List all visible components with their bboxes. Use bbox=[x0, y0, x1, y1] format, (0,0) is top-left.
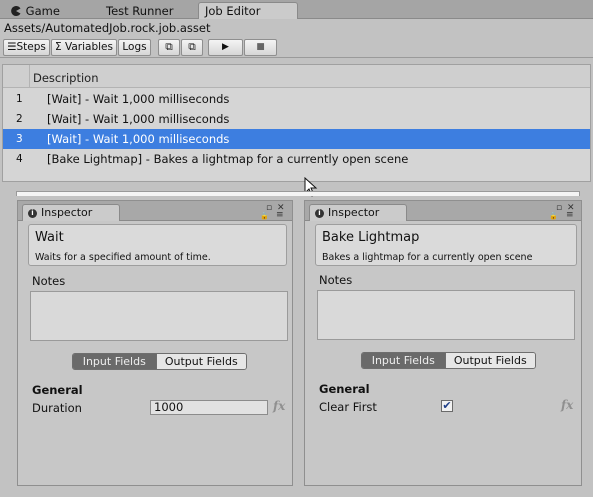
step-info-box: Wait Waits for a specified amount of tim… bbox=[28, 224, 287, 266]
lock-icon[interactable]: 🔒 bbox=[260, 212, 269, 220]
tab-test-runner[interactable]: Test Runner bbox=[99, 2, 180, 19]
notes-textarea[interactable] bbox=[30, 291, 288, 341]
tab-label: Job Editor bbox=[205, 4, 261, 18]
steps-label: Steps bbox=[16, 41, 46, 53]
row-number: 2 bbox=[16, 113, 23, 125]
inspector-tab-bar: i Inspector ▫ ✕ 🔒 ≡ bbox=[305, 201, 581, 221]
notes-label: Notes bbox=[319, 273, 353, 287]
variables-button[interactable]: Σ Variables bbox=[51, 39, 117, 56]
column-divider bbox=[29, 65, 30, 88]
row-text: [Wait] - Wait 1,000 milliseconds bbox=[47, 132, 230, 146]
step-info-box: Bake Lightmap Bakes a lightmap for a cur… bbox=[315, 224, 577, 266]
description-header: Description bbox=[33, 71, 99, 85]
inspector-tab[interactable]: i Inspector bbox=[22, 204, 120, 221]
step-title: Wait bbox=[35, 230, 64, 245]
panel-strip bbox=[16, 191, 580, 196]
row-number: 3 bbox=[16, 133, 23, 145]
step-description: Bakes a lightmap for a currently open sc… bbox=[322, 252, 533, 263]
tab-game[interactable]: Game bbox=[4, 2, 67, 19]
output-fields-tab[interactable]: Output Fields bbox=[444, 353, 535, 368]
group-heading: General bbox=[319, 382, 370, 396]
play-icon: ▶ bbox=[222, 42, 229, 52]
paste-icon: ⧉ bbox=[188, 41, 196, 53]
inspector-tab-label: Inspector bbox=[328, 206, 380, 219]
row-number: 4 bbox=[16, 153, 23, 165]
logs-label: Logs bbox=[122, 41, 147, 53]
inspector-tab[interactable]: i Inspector bbox=[309, 204, 407, 221]
lock-icon[interactable]: 🔒 bbox=[549, 212, 558, 220]
sigma-icon: Σ bbox=[55, 41, 62, 53]
info-icon: i bbox=[28, 209, 37, 218]
fx-icon[interactable]: fx bbox=[273, 399, 285, 413]
duration-input[interactable]: 1000 bbox=[150, 400, 268, 415]
list-header: Description bbox=[3, 65, 590, 88]
menu-icon[interactable]: ≡ bbox=[276, 210, 284, 220]
paste-button[interactable]: ⧉ bbox=[181, 39, 203, 56]
notes-textarea[interactable] bbox=[317, 290, 575, 340]
list-icon: ☰ bbox=[7, 41, 17, 53]
clear-first-checkbox[interactable]: ✔ bbox=[441, 400, 453, 412]
field-mode-toggle: Input Fields Output Fields bbox=[361, 352, 536, 369]
inspector-tab-label: Inspector bbox=[41, 206, 93, 219]
logs-button[interactable]: Logs bbox=[118, 39, 151, 56]
stop-button[interactable]: ■ bbox=[244, 39, 277, 56]
field-mode-toggle: Input Fields Output Fields bbox=[72, 353, 247, 370]
asset-path: Assets/AutomatedJob.rock.job.asset bbox=[4, 21, 211, 35]
step-title: Bake Lightmap bbox=[322, 230, 420, 245]
notes-label: Notes bbox=[32, 274, 66, 288]
play-button[interactable]: ▶ bbox=[208, 39, 243, 56]
editor-tab-bar: Game Test Runner Job Editor bbox=[0, 0, 593, 19]
inspector-panel-bake-lightmap: i Inspector ▫ ✕ 🔒 ≡ Bake Lightmap Bakes a… bbox=[304, 200, 582, 486]
row-text: [Wait] - Wait 1,000 milliseconds bbox=[47, 112, 230, 126]
list-item[interactable]: 4 [Bake Lightmap] - Bakes a lightmap for… bbox=[3, 149, 590, 169]
duration-label: Duration bbox=[32, 401, 82, 415]
variables-label: Variables bbox=[65, 41, 113, 53]
row-number: 1 bbox=[16, 93, 23, 105]
input-fields-tab[interactable]: Input Fields bbox=[362, 353, 445, 368]
job-toolbar: ☰Steps Σ Variables Logs ⧉ ⧉ ▶ ■ bbox=[0, 38, 593, 58]
inspector-tab-bar: i Inspector ▫ ✕ 🔒 ≡ bbox=[18, 201, 292, 221]
input-fields-tab[interactable]: Input Fields bbox=[73, 354, 156, 369]
output-fields-tab[interactable]: Output Fields bbox=[155, 354, 246, 369]
copy-button[interactable]: ⧉ bbox=[158, 39, 180, 56]
steps-button[interactable]: ☰Steps bbox=[3, 39, 50, 56]
row-text: [Wait] - Wait 1,000 milliseconds bbox=[47, 92, 230, 106]
step-description: Waits for a specified amount of time. bbox=[35, 252, 211, 263]
stop-icon: ■ bbox=[256, 42, 265, 52]
inspector-panel-wait: i Inspector ▫ ✕ 🔒 ≡ Wait Waits for a spec… bbox=[17, 200, 293, 486]
fx-icon[interactable]: fx bbox=[561, 398, 573, 412]
clear-first-label: Clear First bbox=[319, 400, 377, 414]
tab-job-editor[interactable]: Job Editor bbox=[198, 2, 298, 19]
list-item[interactable]: 2 [Wait] - Wait 1,000 milliseconds bbox=[3, 109, 590, 129]
row-text: [Bake Lightmap] - Bakes a lightmap for a… bbox=[47, 152, 409, 166]
list-item-selected[interactable]: 3 [Wait] - Wait 1,000 milliseconds bbox=[3, 129, 590, 149]
mouse-cursor-icon bbox=[304, 176, 318, 200]
list-item[interactable]: 1 [Wait] - Wait 1,000 milliseconds bbox=[3, 89, 590, 109]
copy-icon: ⧉ bbox=[165, 41, 173, 53]
info-icon: i bbox=[315, 209, 324, 218]
tab-label: Game bbox=[25, 4, 60, 18]
steps-list: Description 1 [Wait] - Wait 1,000 millis… bbox=[2, 64, 591, 182]
tab-label: Test Runner bbox=[106, 4, 174, 18]
checkmark-icon: ✔ bbox=[442, 399, 452, 412]
pacman-icon bbox=[11, 3, 22, 19]
group-heading: General bbox=[32, 383, 83, 397]
menu-icon[interactable]: ≡ bbox=[566, 210, 574, 220]
